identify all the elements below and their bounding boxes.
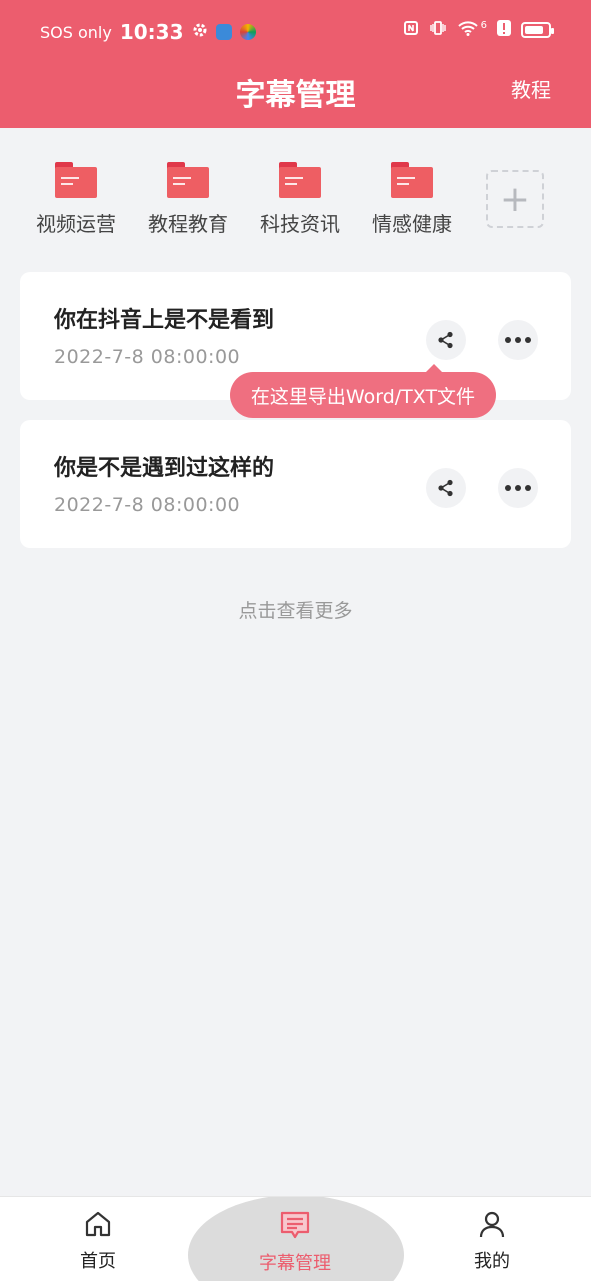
status-right: 6: [403, 19, 554, 40]
folder-item-video-ops[interactable]: 视频运营: [20, 158, 132, 237]
tab-label: 字幕管理: [259, 1253, 331, 1274]
tutorial-button[interactable]: 教程: [511, 74, 551, 103]
share-icon: [438, 479, 453, 497]
nav-bar: 字幕管理 教程: [0, 64, 591, 128]
folder-item-tech-news[interactable]: 科技资讯: [244, 158, 356, 237]
wifi-icon: [457, 20, 479, 40]
alert-icon: [497, 20, 511, 40]
app-header: SOS only 10:33 6 字幕管理 教程: [0, 0, 591, 128]
bottom-nav: 首页 字幕管理 我的: [0, 1196, 591, 1281]
folder-label: 视频运营: [36, 212, 116, 236]
vibrate-icon: [429, 20, 447, 40]
plus-icon: +: [499, 178, 531, 220]
tab-label: 首页: [80, 1251, 116, 1272]
status-left: SOS only 10:33: [40, 20, 256, 44]
tab-subtitle-management[interactable]: 字幕管理: [235, 1209, 355, 1275]
folder-icon: [55, 162, 97, 198]
settings-icon: [192, 22, 208, 42]
add-folder-button[interactable]: +: [486, 170, 544, 228]
load-more-link[interactable]: 点击查看更多: [0, 596, 591, 623]
subtitle-card[interactable]: 你是不是遇到过这样的 2022-7-8 08:00:00: [20, 420, 571, 548]
share-icon: [438, 331, 453, 349]
export-tooltip: 在这里导出Word/TXT文件: [230, 364, 496, 418]
more-icon: [505, 485, 531, 491]
page-title: 字幕管理: [235, 78, 356, 113]
subtitle-icon: [280, 1211, 310, 1239]
folder-icon: [279, 162, 321, 198]
more-icon: [505, 337, 531, 343]
folder-label: 情感健康: [372, 212, 452, 236]
share-button[interactable]: [426, 320, 466, 360]
app-notification-icon: [215, 24, 232, 40]
more-button[interactable]: [498, 468, 538, 508]
subtitle-title: 你在抖音上是不是看到: [54, 308, 275, 333]
folder-item-tutorial-education[interactable]: 教程教育: [132, 158, 244, 237]
tab-label: 我的: [474, 1251, 510, 1272]
folder-label: 教程教育: [148, 212, 228, 236]
battery-icon: [521, 22, 554, 38]
folder-item-emotional-health[interactable]: 情感健康: [356, 158, 468, 237]
subtitle-title: 你是不是遇到过这样的: [54, 456, 275, 481]
network-badge: 6: [480, 19, 487, 31]
tab-home[interactable]: 首页: [38, 1209, 158, 1273]
folder-icon: [167, 162, 209, 198]
folder-row: 视频运营 教程教育 科技资讯 情感健康 +: [20, 158, 571, 258]
user-icon: [479, 1211, 505, 1238]
tab-profile[interactable]: 我的: [432, 1209, 552, 1273]
folder-icon: [391, 162, 433, 198]
folder-label: 科技资讯: [260, 212, 340, 236]
subtitle-date: 2022-7-8 08:00:00: [54, 346, 241, 368]
clock: 10:33: [119, 20, 184, 44]
nfc-icon: [403, 20, 419, 40]
share-button[interactable]: [426, 468, 466, 508]
subtitle-date: 2022-7-8 08:00:00: [54, 494, 241, 516]
photos-notification-icon: [239, 24, 256, 40]
status-bar: SOS only 10:33 6: [0, 0, 591, 64]
home-icon: [85, 1211, 111, 1237]
more-button[interactable]: [498, 320, 538, 360]
carrier-text: SOS only: [40, 22, 112, 42]
